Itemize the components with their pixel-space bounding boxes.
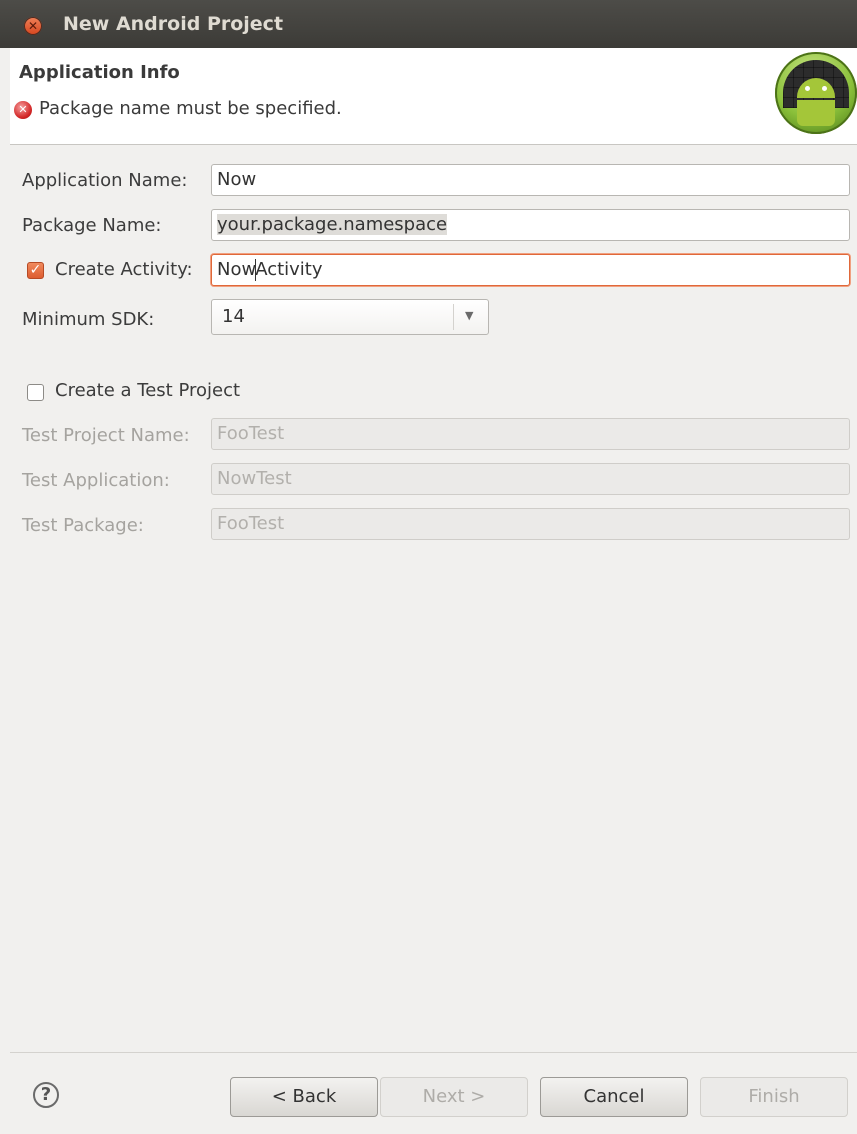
wizard-dialog: Application Info ✕ Package name must be … (10, 48, 857, 1134)
page-title: Application Info (19, 62, 180, 83)
test-package-input: FooTest (211, 508, 850, 540)
create-test-project-checkbox[interactable] (27, 384, 44, 401)
application-name-label: Application Name: (22, 170, 188, 191)
finish-button[interactable]: Finish (700, 1077, 848, 1117)
create-test-project-label: Create a Test Project (55, 380, 241, 401)
error-icon: ✕ (14, 101, 32, 119)
activity-value-after-caret: Activity (255, 259, 323, 280)
activity-value-before-caret: Now (217, 259, 257, 280)
create-activity-checkbox[interactable]: ✓ (27, 262, 44, 279)
create-activity-label: Create Activity: (55, 259, 193, 280)
test-project-name-label: Test Project Name: (22, 425, 190, 446)
minimum-sdk-value: 14 (222, 306, 245, 327)
minimum-sdk-select[interactable]: 14 ▼ (211, 299, 489, 335)
activity-name-input[interactable]: NowActivity (211, 254, 850, 286)
cancel-button[interactable]: Cancel (540, 1077, 688, 1117)
test-package-label: Test Package: (22, 515, 144, 536)
application-name-input[interactable]: Now (211, 164, 850, 196)
android-logo-icon (775, 52, 857, 134)
test-project-name-input: FooTest (211, 418, 850, 450)
package-name-input[interactable]: your.package.namespace (211, 209, 850, 241)
combo-separator (453, 304, 454, 330)
minimum-sdk-label: Minimum SDK: (22, 309, 155, 330)
package-name-label: Package Name: (22, 215, 162, 236)
next-button[interactable]: Next > (380, 1077, 528, 1117)
window-title: New Android Project (63, 13, 284, 35)
back-button[interactable]: < Back (230, 1077, 378, 1117)
wizard-header: Application Info ✕ Package name must be … (10, 48, 857, 145)
package-name-value: your.package.namespace (217, 214, 448, 235)
close-icon[interactable]: ✕ (24, 17, 42, 35)
window-titlebar: ✕ New Android Project (0, 0, 857, 48)
help-icon[interactable]: ? (33, 1082, 59, 1108)
test-application-input: NowTest (211, 463, 850, 495)
error-message: Package name must be specified. (39, 98, 342, 119)
chevron-down-icon: ▼ (465, 309, 474, 322)
footer-divider (10, 1052, 857, 1053)
test-application-label: Test Application: (22, 470, 170, 491)
